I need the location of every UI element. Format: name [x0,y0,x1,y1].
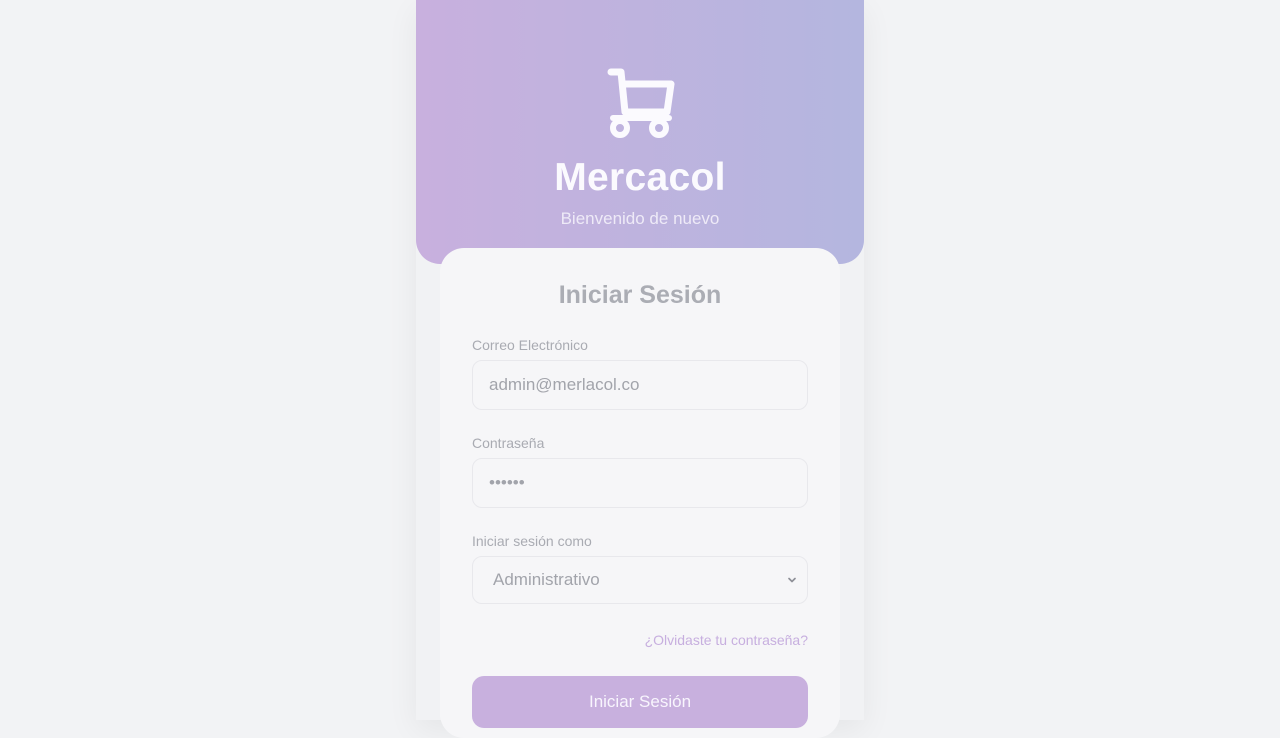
login-button[interactable]: Iniciar Sesión [472,676,808,728]
shopping-cart-icon [607,68,675,138]
login-card: Iniciar Sesión Correo Electrónico admin@… [440,248,840,738]
login-header: Mercacol Bienvenido de nuevo [416,0,864,264]
login-screen: Mercacol Bienvenido de nuevo Iniciar Ses… [416,0,864,738]
chevron-down-icon [788,577,796,583]
password-field[interactable]: •••••• [472,458,808,508]
role-selected-value: Administrativo [493,570,600,589]
email-label: Correo Electrónico [472,337,588,353]
welcome-message: Bienvenido de nuevo [560,209,720,228]
email-field[interactable]: admin@merlacol.co [472,360,808,410]
email-value: admin@merlacol.co [489,375,640,394]
role-label: Iniciar sesión como [472,533,592,549]
role-select[interactable]: Administrativo [472,556,808,604]
password-value: •••••• [489,473,525,492]
brand-name: Mercacol [554,156,726,199]
password-label: Contraseña [472,435,545,451]
forgot-password-link[interactable]: ¿Olvidaste tu contraseña? [645,632,808,648]
login-title: Iniciar Sesión [558,281,722,309]
